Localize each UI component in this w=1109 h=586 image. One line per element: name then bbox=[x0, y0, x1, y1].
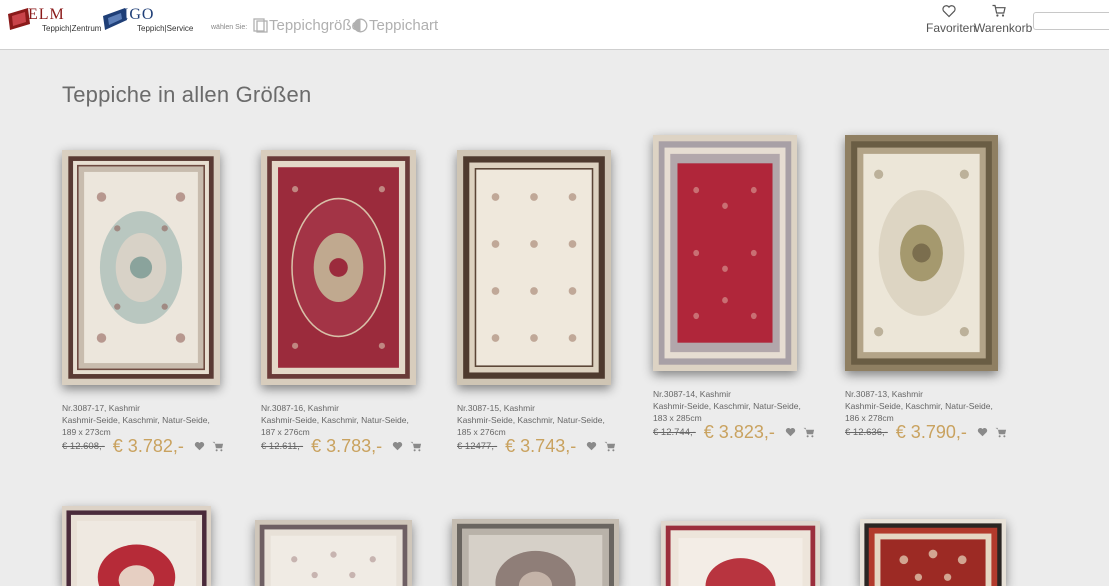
product-title: Nr.3087-14, Kashmir bbox=[653, 389, 731, 399]
sale-price: € 3.790,- bbox=[895, 422, 967, 442]
rug-image bbox=[255, 520, 412, 586]
product-image[interactable] bbox=[661, 521, 820, 586]
heart-icon[interactable] bbox=[586, 441, 598, 452]
heart-icon[interactable] bbox=[392, 441, 404, 452]
rug-image bbox=[62, 506, 211, 586]
heart-icon[interactable] bbox=[194, 441, 206, 452]
search-input[interactable] bbox=[1033, 12, 1109, 30]
product-image[interactable] bbox=[452, 519, 619, 586]
product-material: Kashmir-Seide, Kaschmir, Natur-Seide, bbox=[62, 415, 210, 425]
rug-image bbox=[860, 519, 1006, 586]
migo-logo[interactable]: IGO Teppich|Service bbox=[103, 5, 199, 37]
cart-label: Warenkorb bbox=[974, 21, 1033, 35]
product-image[interactable] bbox=[845, 135, 998, 371]
product-material: Kashmir-Seide, Kaschmir, Natur-Seide, bbox=[845, 401, 993, 411]
old-price: € 12.744,- bbox=[653, 427, 696, 438]
rug-image bbox=[661, 521, 820, 586]
old-price: € 12.608,- bbox=[62, 441, 105, 452]
product-title: Nr.3087-17, Kashmir bbox=[62, 403, 140, 413]
helm-logo[interactable]: ELM Teppich|Zentrum bbox=[8, 5, 102, 37]
favorites-label: Favoriten bbox=[926, 21, 977, 35]
cart-icon[interactable] bbox=[410, 441, 422, 452]
page-title: Teppiche in allen Größen bbox=[62, 82, 312, 107]
product-image[interactable] bbox=[860, 519, 1006, 586]
filter-carpet-size[interactable]: Teppichgröße bbox=[253, 17, 360, 34]
cart-icon[interactable] bbox=[212, 441, 224, 452]
rug-image bbox=[261, 150, 416, 385]
cart-icon[interactable] bbox=[803, 427, 815, 438]
rug-image bbox=[62, 150, 220, 385]
heart-icon[interactable] bbox=[785, 427, 797, 438]
rug-image bbox=[452, 519, 619, 586]
cart-icon[interactable] bbox=[604, 441, 616, 452]
heart-icon bbox=[942, 5, 956, 18]
product-title: Nr.3087-13, Kashmir bbox=[845, 389, 923, 399]
filter-carpet-type[interactable]: Teppichart bbox=[353, 17, 438, 34]
rug-image bbox=[653, 135, 797, 371]
sale-price: € 3.783,- bbox=[311, 436, 383, 456]
old-price: € 12.636,- bbox=[845, 427, 888, 438]
product-title: Nr.3087-15, Kashmir bbox=[457, 403, 535, 413]
old-price: € 12477,- bbox=[457, 441, 498, 452]
rug-image bbox=[845, 135, 998, 371]
filter-carpet-size-label: Teppichgröße bbox=[269, 17, 360, 34]
contrast-icon bbox=[353, 18, 368, 33]
migo-logo-subtitle: Teppich|Service bbox=[137, 24, 194, 33]
product-title: Nr.3087-16, Kashmir bbox=[261, 403, 339, 413]
cart-link[interactable]: Warenkorb bbox=[974, 4, 1032, 35]
site-header: ELM Teppich|Zentrum IGO Teppich|Service … bbox=[0, 0, 1109, 50]
product-image[interactable] bbox=[261, 150, 416, 385]
rug-image bbox=[457, 150, 611, 385]
product-material: Kashmir-Seide, Kaschmir, Natur-Seide, bbox=[653, 401, 801, 411]
product-image[interactable] bbox=[457, 150, 611, 385]
cart-icon[interactable] bbox=[995, 427, 1007, 438]
sale-price: € 3.823,- bbox=[703, 422, 775, 442]
cart-icon bbox=[992, 4, 1006, 17]
old-price: € 12.611,- bbox=[261, 441, 304, 452]
migo-logo-word: IGO bbox=[123, 6, 155, 23]
product-image[interactable] bbox=[653, 135, 797, 371]
product-material: Kashmir-Seide, Kaschmir, Natur-Seide, bbox=[261, 415, 409, 425]
favorites-link[interactable]: Favoriten bbox=[926, 4, 976, 35]
sale-price: € 3.782,- bbox=[112, 436, 184, 456]
helm-logo-word: ELM bbox=[28, 6, 65, 23]
product-image[interactable] bbox=[62, 506, 211, 586]
filter-carpet-type-label: Teppichart bbox=[369, 17, 439, 34]
helm-logo-subtitle: Teppich|Zentrum bbox=[42, 24, 102, 33]
sale-price: € 3.743,- bbox=[505, 436, 577, 456]
heart-icon[interactable] bbox=[977, 427, 989, 438]
size-icon bbox=[253, 18, 268, 33]
product-image[interactable] bbox=[62, 150, 220, 385]
product-image[interactable] bbox=[255, 520, 412, 586]
choose-label: wählen Sie: bbox=[211, 24, 248, 31]
product-material: Kashmir-Seide, Kaschmir, Natur-Seide, bbox=[457, 415, 605, 425]
